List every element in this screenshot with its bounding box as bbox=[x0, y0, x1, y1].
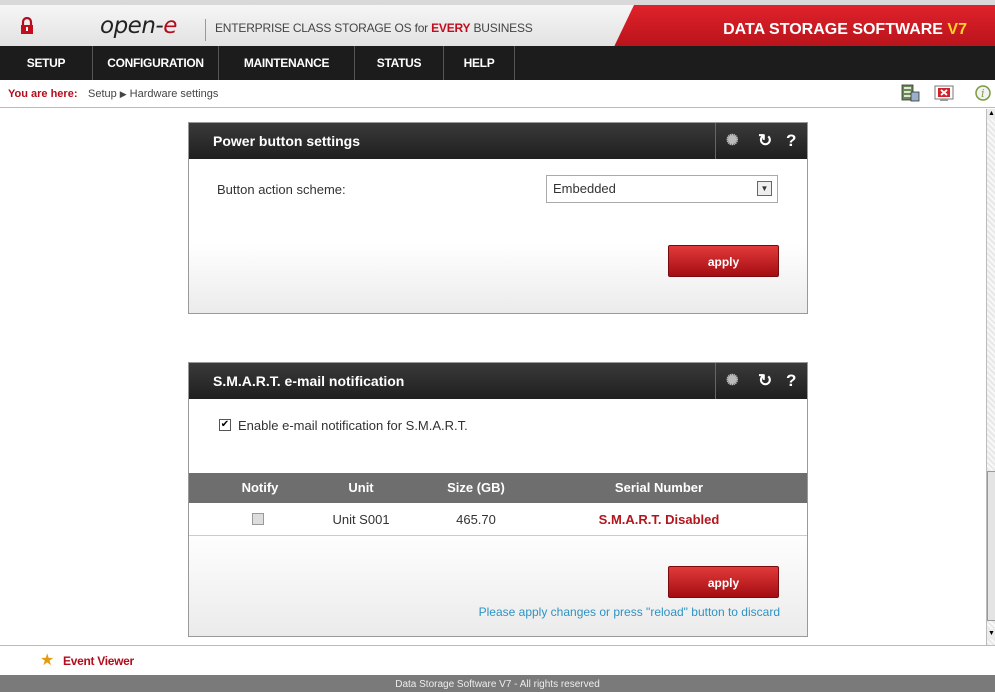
nav-maintenance[interactable]: MAINTENANCE bbox=[219, 46, 355, 80]
smart-apply-button[interactable]: apply bbox=[668, 566, 779, 598]
button-action-scheme-select[interactable]: Embedded ▼ bbox=[546, 175, 778, 203]
vertical-scrollbar[interactable]: ▲ ▼ bbox=[986, 109, 995, 645]
top-header: open-e ENTERPRISE CLASS STORAGE OS for E… bbox=[0, 0, 995, 51]
content-area: Power button settings ✺ ↻ ? Button actio… bbox=[0, 109, 986, 645]
header-tagline: ENTERPRISE CLASS STORAGE OS for EVERY BU… bbox=[215, 21, 533, 35]
breadcrumb-arrow-icon: ▶ bbox=[119, 89, 127, 99]
power-panel-tools: ✺ ↻ ? bbox=[715, 123, 807, 159]
loading-spinner-icon: ✺ bbox=[726, 132, 739, 149]
info-icon[interactable]: i bbox=[972, 83, 994, 103]
power-apply-button[interactable]: apply bbox=[668, 245, 779, 277]
row-size: 465.70 bbox=[456, 512, 496, 527]
scroll-up-arrow-icon[interactable]: ▲ bbox=[987, 109, 995, 119]
event-viewer-bar: ★ Event Viewer bbox=[0, 645, 995, 675]
breadcrumb-label: You are here: bbox=[8, 88, 78, 100]
col-notify: Notify bbox=[241, 480, 279, 495]
brand-band: DATA STORAGE SOFTWARE V7 bbox=[612, 5, 995, 51]
row-unit: Unit S001 bbox=[332, 512, 390, 527]
col-serial-number: Serial Number bbox=[614, 480, 704, 495]
smart-notification-panel: S.M.A.R.T. e-mail notification ✺ ↻ ? ✔ E… bbox=[188, 362, 808, 637]
scroll-down-arrow-icon[interactable]: ▼ bbox=[987, 629, 995, 639]
dropdown-arrow-icon[interactable]: ▼ bbox=[757, 181, 772, 196]
star-icon: ★ bbox=[40, 652, 55, 669]
brand-title: DATA STORAGE SOFTWARE V7 bbox=[723, 21, 967, 38]
header-divider bbox=[205, 19, 206, 41]
enable-smart-email-label: Enable e-mail notification for S.M.A.R.T… bbox=[238, 418, 468, 433]
col-size: Size (GB) bbox=[447, 480, 505, 495]
close-session-icon[interactable] bbox=[933, 83, 955, 103]
lock-icon bbox=[21, 17, 33, 34]
power-panel-body: Button action scheme: Embedded ▼ apply bbox=[189, 159, 807, 313]
reload-icon[interactable]: ↻ bbox=[758, 123, 772, 159]
smart-panel-header: S.M.A.R.T. e-mail notification ✺ ↻ ? bbox=[189, 363, 807, 399]
scroll-thumb[interactable] bbox=[987, 471, 995, 621]
row-serial-status: S.M.A.R.T. Disabled bbox=[598, 512, 720, 527]
smart-panel-body: ✔ Enable e-mail notification for S.M.A.R… bbox=[189, 399, 807, 636]
nav-setup[interactable]: SETUP bbox=[0, 46, 93, 80]
loading-spinner-icon: ✺ bbox=[726, 372, 739, 389]
smart-panel-tools: ✺ ↻ ? bbox=[715, 363, 807, 399]
breadcrumb-path: Setup ▶ Hardware settings bbox=[88, 88, 218, 100]
server-icon[interactable] bbox=[899, 83, 921, 103]
help-icon[interactable]: ? bbox=[786, 123, 796, 159]
enable-smart-email-checkbox[interactable]: ✔ bbox=[219, 419, 231, 431]
power-button-panel: Power button settings ✺ ↻ ? Button actio… bbox=[188, 122, 808, 314]
nav-configuration[interactable]: CONFIGURATION bbox=[93, 46, 219, 80]
row-notify-checkbox bbox=[252, 513, 264, 525]
reload-icon[interactable]: ↻ bbox=[758, 363, 772, 399]
smart-panel-title: S.M.A.R.T. e-mail notification bbox=[213, 373, 405, 389]
nav-help[interactable]: HELP bbox=[444, 46, 515, 80]
main-nav: SETUP CONFIGURATION MAINTENANCE STATUS H… bbox=[0, 46, 995, 80]
power-panel-header: Power button settings ✺ ↻ ? bbox=[189, 123, 807, 159]
table-row: Unit S001 465.70 S.M.A.R.T. Disabled bbox=[189, 503, 807, 536]
help-icon[interactable]: ? bbox=[786, 363, 796, 399]
breadcrumb: You are here: Setup ▶ Hardware settings bbox=[0, 80, 995, 108]
select-value: Embedded bbox=[553, 181, 616, 196]
svg-text:i: i bbox=[981, 87, 985, 100]
open-e-logo: open-e bbox=[100, 13, 177, 39]
footer: Data Storage Software V7 - All rights re… bbox=[0, 675, 995, 692]
col-unit: Unit bbox=[348, 480, 374, 495]
breadcrumb-hardware-settings: Hardware settings bbox=[129, 88, 219, 100]
power-panel-title: Power button settings bbox=[213, 133, 360, 149]
reload-hint: Please apply changes or press "reload" b… bbox=[478, 605, 780, 619]
breadcrumb-setup[interactable]: Setup bbox=[88, 88, 117, 100]
event-viewer-link[interactable]: Event Viewer bbox=[63, 654, 134, 668]
button-action-scheme-label: Button action scheme: bbox=[217, 182, 346, 197]
nav-status[interactable]: STATUS bbox=[355, 46, 444, 80]
smart-table-header: Notify Unit Size (GB) Serial Number bbox=[189, 473, 807, 503]
